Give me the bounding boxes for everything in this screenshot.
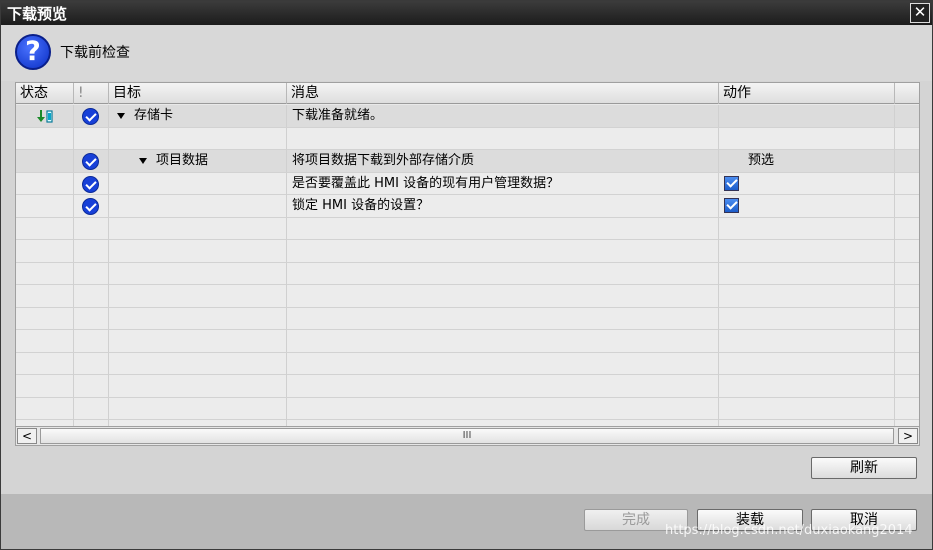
target-label: 存储卡	[134, 108, 174, 123]
overwrite-checkbox[interactable]	[724, 175, 739, 191]
table-row	[16, 352, 919, 375]
table-row	[16, 285, 919, 308]
download-status-icon	[37, 110, 53, 123]
download-table: 状态 ! 目标 消息 动作 存储卡 下载准备就绪。 项目数据 将项目数据下载到外…	[15, 82, 920, 446]
table-row	[16, 397, 919, 420]
column-header-action[interactable]: 动作	[719, 83, 895, 104]
table-row	[16, 240, 919, 263]
message-text: 锁定 HMI 设备的设置？	[287, 195, 719, 217]
refresh-button[interactable]: 刷新	[811, 457, 917, 479]
table-row[interactable]: 是否要覆盖此 HMI 设备的现有用户管理数据？	[16, 172, 919, 195]
action-value: 预选	[748, 153, 775, 168]
table-row	[16, 330, 919, 353]
header-area: ? 下载前检查	[1, 25, 932, 81]
check-icon	[82, 198, 99, 215]
message-text: 将项目数据下载到外部存储介质	[287, 150, 719, 172]
check-icon	[82, 175, 99, 193]
message-text: 是否要覆盖此 HMI 设备的现有用户管理数据？	[287, 172, 719, 195]
scroll-thumb[interactable]: III	[40, 428, 894, 444]
table-row[interactable]: 项目数据 将项目数据下载到外部存储介质 预选	[16, 150, 919, 173]
table-body: 存储卡 下载准备就绪。 项目数据 将项目数据下载到外部存储介质 预选 是否要覆盖…	[16, 105, 919, 443]
table-row[interactable]: 存储卡 下载准备就绪。	[16, 105, 919, 128]
table-row[interactable]	[16, 127, 919, 150]
expand-triangle-icon[interactable]	[139, 157, 147, 164]
column-header-status[interactable]: 状态	[16, 83, 74, 104]
column-header-target[interactable]: 目标	[109, 83, 287, 104]
check-icon	[82, 108, 99, 125]
table-row	[16, 262, 919, 285]
message-text: 下载准备就绪。	[287, 105, 719, 127]
download-preview-dialog: 下载预览 ✕ ? 下载前检查 状态 ! 目标 消息 动作 存储卡 下载准备就绪。…	[0, 0, 933, 550]
action-cell[interactable]	[719, 105, 895, 127]
table-row	[16, 217, 919, 240]
scroll-left-icon[interactable]: <	[17, 428, 37, 444]
scroll-right-icon[interactable]: >	[898, 428, 918, 444]
table-header: 状态 ! 目标 消息 动作	[16, 83, 919, 104]
expand-triangle-icon[interactable]	[117, 112, 125, 119]
check-icon	[82, 153, 99, 170]
column-header-message[interactable]: 消息	[287, 83, 719, 104]
subtitle: 下载前检查	[60, 45, 130, 61]
watermark: https://blog.csdn.net/duxiaokang2014	[665, 523, 913, 538]
target-label: 项目数据	[156, 153, 209, 168]
horizontal-scrollbar[interactable]: < III >	[15, 426, 920, 446]
column-header-warning[interactable]: !	[74, 83, 109, 104]
close-icon[interactable]: ✕	[910, 3, 930, 23]
column-header-filler	[895, 83, 919, 104]
title-bar: 下载预览 ✕	[1, 1, 932, 25]
table-row	[16, 307, 919, 330]
question-icon: ?	[15, 34, 51, 70]
table-row[interactable]: 锁定 HMI 设备的设置？	[16, 195, 919, 218]
action-select[interactable]: 预选	[719, 150, 895, 172]
table-row	[16, 375, 919, 398]
lock-settings-checkbox[interactable]	[724, 198, 739, 213]
window-title: 下载预览	[7, 5, 68, 23]
